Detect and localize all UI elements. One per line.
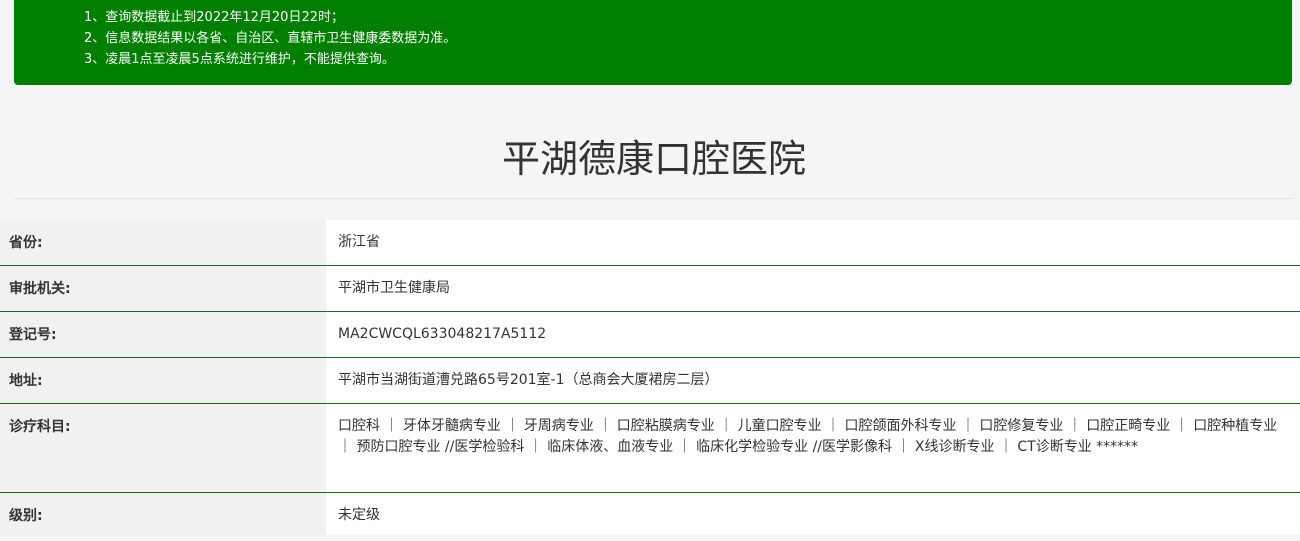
level-label: 级别: [0,493,326,535]
info-row-registration-number: 登记号: MA2CWCQL633048217A5112 [0,312,1300,358]
notice-line-3: 3、凌晨1点至凌晨5点系统进行维护，不能提供查询。 [84,52,395,67]
departments-label: 诊疗科目: [0,404,326,492]
title-section: 平湖德康口腔医院 [14,106,1294,199]
departments-value: 口腔科 ｜ 牙体牙髓病专业 ｜ 牙周病专业 ｜ 口腔粘膜病专业 ｜ 儿童口腔专业… [326,404,1300,492]
info-table: 省份: 浙江省 审批机关: 平湖市卫生健康局 登记号: MA2CWCQL6330… [0,220,1300,535]
notice-banner: 1、查询数据截止到2022年12月20日22时； 2、信息数据结果以各省、自治区… [14,0,1292,85]
info-row-departments: 诊疗科目: 口腔科 ｜ 牙体牙髓病专业 ｜ 牙周病专业 ｜ 口腔粘膜病专业 ｜ … [0,404,1300,493]
registration-number-label: 登记号: [0,312,326,357]
info-row-province: 省份: 浙江省 [0,220,1300,266]
notice-line-2: 2、信息数据结果以各省、自治区、直辖市卫生健康委数据为准。 [84,31,457,46]
approval-authority-value: 平湖市卫生健康局 [326,266,1300,311]
info-row-level: 级别: 未定级 [0,493,1300,535]
info-row-approval-authority: 审批机关: 平湖市卫生健康局 [0,266,1300,312]
address-value: 平湖市当湖街道漕兑路65号201室-1（总商会大厦裙房二层） [326,358,1300,403]
info-row-address: 地址: 平湖市当湖街道漕兑路65号201室-1（总商会大厦裙房二层） [0,358,1300,404]
level-value: 未定级 [326,493,1300,535]
notice-line-1: 1、查询数据截止到2022年12月20日22时； [84,10,344,25]
province-value: 浙江省 [326,220,1300,265]
province-label: 省份: [0,220,326,265]
page-title: 平湖德康口腔医院 [501,137,806,181]
registration-number-value: MA2CWCQL633048217A5112 [326,312,1300,357]
approval-authority-label: 审批机关: [0,266,326,311]
address-label: 地址: [0,358,326,403]
